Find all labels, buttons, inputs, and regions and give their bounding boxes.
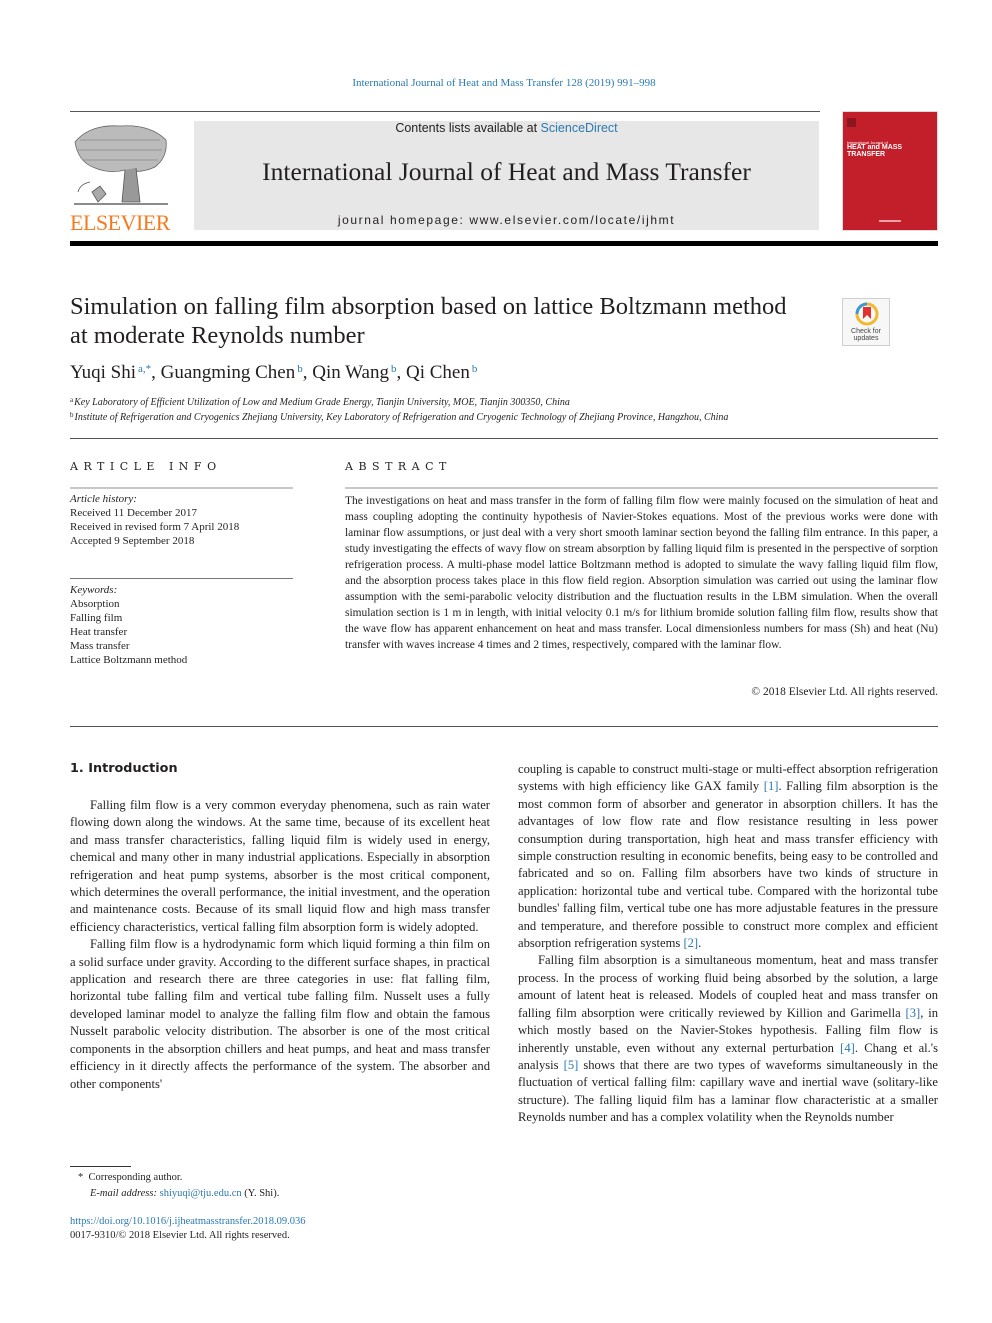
article-info-heading: ARTICLE INFO: [70, 460, 222, 473]
journal-homepage-link[interactable]: journal homepage: www.elsevier.com/locat…: [194, 213, 819, 227]
email-note: E-mail address: shiyuqi@tju.edu.cn (Y. S…: [90, 1188, 280, 1199]
cover-publisher-icon: [847, 118, 856, 127]
header-thick-rule: [70, 241, 938, 246]
body-paragraph: Falling film flow is a hydrodynamic form…: [70, 937, 490, 1091]
keywords-label: Keywords:: [70, 584, 118, 596]
history-item: Received in revised form 7 April 2018: [70, 521, 240, 533]
article-info-rule: [70, 487, 293, 489]
keyword: Lattice Boltzmann method: [70, 654, 188, 666]
contents-prefix: Contents lists available at: [395, 121, 541, 135]
history-item: Received 11 December 2017: [70, 507, 197, 519]
cover-title: HEAT and MASS TRANSFER: [847, 144, 903, 158]
journal-citation-link[interactable]: International Journal of Heat and Mass T…: [0, 77, 992, 89]
issn-copyright: 0017-9310/© 2018 Elsevier Ltd. All right…: [70, 1230, 290, 1241]
affiliation-a: aKey Laboratory of Efficient Utilization…: [70, 396, 570, 408]
article-title: Simulation on falling film absorption ba…: [70, 293, 787, 349]
keyword: Absorption: [70, 598, 120, 610]
citation-link[interactable]: [3]: [906, 1006, 921, 1020]
elsevier-wordmark: ELSEVIER: [70, 210, 170, 235]
affiliation-b: bInstitute of Refrigeration and Cryogeni…: [70, 411, 729, 423]
abstract-heading: ABSTRACT: [345, 460, 452, 473]
body-column-right: coupling is capable to construct multi-s…: [518, 761, 938, 1127]
header-rule: [70, 111, 820, 112]
author-name[interactable]: Yuqi Shi: [70, 362, 136, 383]
author-name[interactable]: Qi Chen: [406, 362, 470, 383]
keyword: Falling film: [70, 612, 123, 624]
body-paragraph: Falling film absorption is a simultaneou…: [518, 953, 939, 1125]
citation-link[interactable]: [5]: [564, 1058, 579, 1072]
citation-link[interactable]: [4]: [840, 1041, 855, 1055]
body-paragraph: Falling film flow is a very common every…: [70, 798, 490, 934]
author-name[interactable]: Qin Wang: [312, 362, 389, 383]
abstract-text: The investigations on heat and mass tran…: [345, 495, 938, 651]
check-updates-icon: [855, 302, 879, 326]
corresponding-author-note: * Corresponding author.: [78, 1172, 183, 1183]
keywords-list: Keywords: Absorption Falling film Heat t…: [70, 583, 293, 667]
abstract-rule: [345, 487, 938, 489]
section-heading-introduction: 1. Introduction: [70, 761, 178, 776]
keywords-rule: [70, 578, 293, 579]
author-affiliation-link[interactable]: b: [472, 363, 478, 375]
journal-banner: Contents lists available at ScienceDirec…: [194, 121, 819, 230]
history-item: Accepted 9 September 2018: [70, 535, 195, 547]
citation-link[interactable]: [1]: [764, 779, 779, 793]
check-for-updates-button[interactable]: Check for updates: [842, 298, 890, 346]
title-divider: [70, 438, 938, 439]
abstract-copyright: © 2018 Elsevier Ltd. All rights reserved…: [751, 686, 938, 698]
elsevier-logo[interactable]: ELSEVIER: [68, 122, 172, 235]
doi-link[interactable]: https://doi.org/10.1016/j.ijheatmasstran…: [70, 1216, 305, 1227]
section-divider: [70, 726, 938, 727]
body-paragraph: coupling is capable to construct multi-s…: [518, 762, 939, 951]
author-list: Yuqi Shi a,*, Guangming Chen b, Qin Wang b,…: [70, 362, 478, 383]
journal-name: International Journal of Heat and Mass T…: [262, 157, 751, 186]
article-history: Article history: Received 11 December 20…: [70, 492, 293, 548]
footnote-rule: [70, 1166, 131, 1167]
check-updates-label: Check for updates: [851, 328, 881, 342]
sciencedirect-link[interactable]: ScienceDirect: [541, 121, 618, 135]
email-link[interactable]: shiyuqi@tju.edu.cn: [160, 1188, 242, 1199]
elsevier-tree-icon: [74, 125, 168, 205]
contents-line: Contents lists available at ScienceDirec…: [194, 121, 819, 135]
keyword: Heat transfer: [70, 626, 128, 638]
author-affiliation-link[interactable]: b: [297, 363, 303, 375]
history-label: Article history:: [70, 493, 137, 505]
cover-footer: [843, 220, 937, 222]
citation-link[interactable]: [2]: [683, 936, 698, 950]
keyword: Mass transfer: [70, 640, 130, 652]
author-name[interactable]: Guangming Chen: [161, 362, 296, 383]
author-affiliation-link[interactable]: b: [391, 363, 397, 375]
author-affiliation-link[interactable]: a,*: [138, 363, 151, 375]
journal-cover-thumbnail[interactable]: International Journal of HEAT and MASS TR…: [842, 111, 938, 231]
body-column-left: Falling film flow is a very common every…: [70, 797, 490, 1093]
